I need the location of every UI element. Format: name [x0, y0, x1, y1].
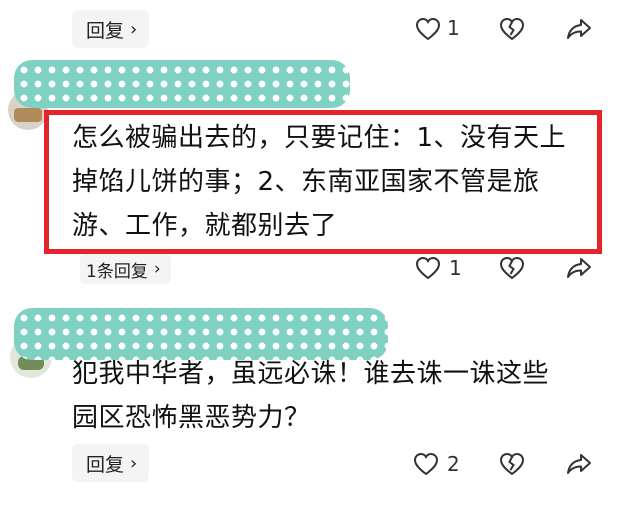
heart-outline-icon[interactable] [414, 15, 442, 43]
heart-outline-icon[interactable] [414, 254, 442, 282]
comment-line: 游、工作，就都别去了 [72, 211, 338, 241]
like-count: 1 [449, 256, 462, 280]
heart-outline-icon[interactable] [412, 450, 440, 478]
broken-heart-icon[interactable] [498, 450, 526, 478]
comment-text: 犯我中华者，虽远必诛！谁去诛一诛这些 园区恐怖黑恶势力？ [72, 352, 592, 440]
chevron-right-icon: › [130, 452, 138, 474]
comment-line: 犯我中华者，虽远必诛！谁去诛一诛这些 [72, 359, 550, 389]
comment-line: 掉馅儿饼的事；2、东南亚国家不管是旅 [72, 167, 540, 197]
chevron-right-icon: › [153, 259, 161, 279]
broken-heart-icon[interactable] [498, 254, 526, 282]
like-count: 1 [447, 16, 460, 40]
like-count: 2 [447, 452, 460, 476]
reply-button[interactable]: 回复 › [72, 10, 150, 48]
redacted-username [14, 60, 350, 108]
comment-line: 怎么被骗出去的，只要记住：1、没有天上 [72, 123, 567, 153]
reply-label: 回复 [86, 19, 125, 42]
comment-line: 园区恐怖黑恶势力？ [72, 403, 311, 433]
comment-text: 怎么被骗出去的，只要记住：1、没有天上 掉馅儿饼的事；2、东南亚国家不管是旅 游… [72, 116, 592, 248]
reply-label: 1条回复 [86, 261, 148, 282]
reply-label: 回复 [86, 453, 125, 476]
replies-count-button[interactable]: 1条回复 › [80, 254, 171, 284]
chevron-right-icon: › [130, 18, 138, 40]
share-arrow-icon[interactable] [565, 450, 593, 478]
share-arrow-icon[interactable] [565, 254, 593, 282]
share-arrow-icon[interactable] [565, 15, 593, 43]
reply-button[interactable]: 回复 › [72, 444, 150, 482]
broken-heart-icon[interactable] [498, 15, 526, 43]
